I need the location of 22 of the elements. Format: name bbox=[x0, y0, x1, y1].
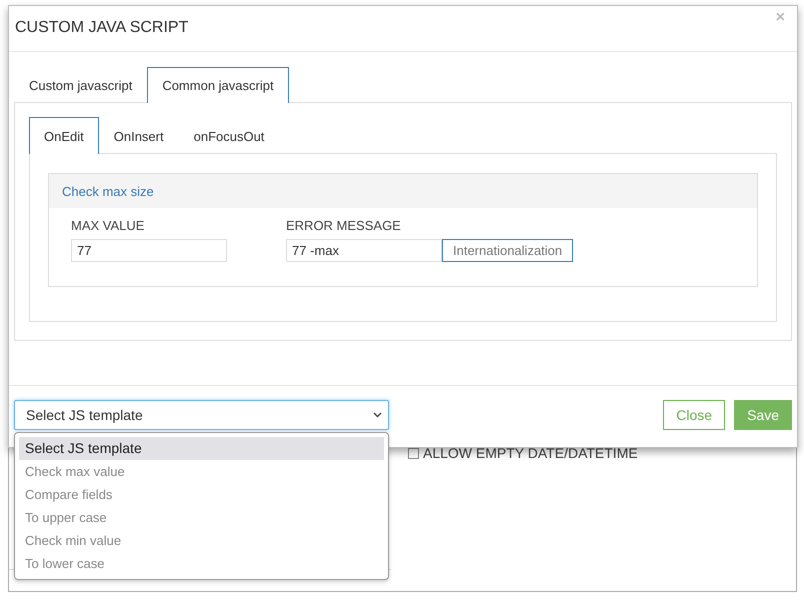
checkbox-label: ALLOW EMPTY DATE/DATETIME bbox=[423, 445, 638, 461]
tab[interactable]: OnInsert bbox=[98, 117, 179, 154]
dropdown-option[interactable]: Check max value bbox=[19, 460, 384, 483]
dropdown-option[interactable]: Check min value bbox=[19, 529, 384, 552]
tab[interactable]: onFocusOut bbox=[178, 117, 280, 154]
field-label: ERROR MESSAGE bbox=[286, 218, 402, 233]
input-field[interactable]: 77 bbox=[71, 239, 227, 262]
dropdown-option[interactable]: To lower case bbox=[19, 552, 384, 575]
tab[interactable]: Common javascript bbox=[147, 67, 289, 103]
dropdown-option[interactable]: Select JS template bbox=[19, 437, 384, 460]
input-field[interactable]: 77 -max bbox=[286, 239, 442, 262]
tab[interactable]: Custom javascript bbox=[14, 67, 148, 103]
panel-title: Check max size bbox=[49, 174, 757, 208]
dropdown-option[interactable]: Compare fields bbox=[19, 483, 384, 506]
chevron-icon bbox=[373, 412, 382, 418]
dropdown-option[interactable]: To upper case bbox=[19, 506, 384, 529]
tab[interactable]: OnEdit bbox=[29, 117, 99, 154]
checkbox[interactable] bbox=[408, 448, 419, 458]
field-label: MAX VALUE bbox=[71, 218, 146, 233]
template-select[interactable]: Select JS template bbox=[14, 400, 389, 430]
dialog-title: CUSTOM JAVA SCRIPT bbox=[15, 19, 188, 37]
internationalization-button[interactable]: Internationalization bbox=[442, 239, 574, 262]
